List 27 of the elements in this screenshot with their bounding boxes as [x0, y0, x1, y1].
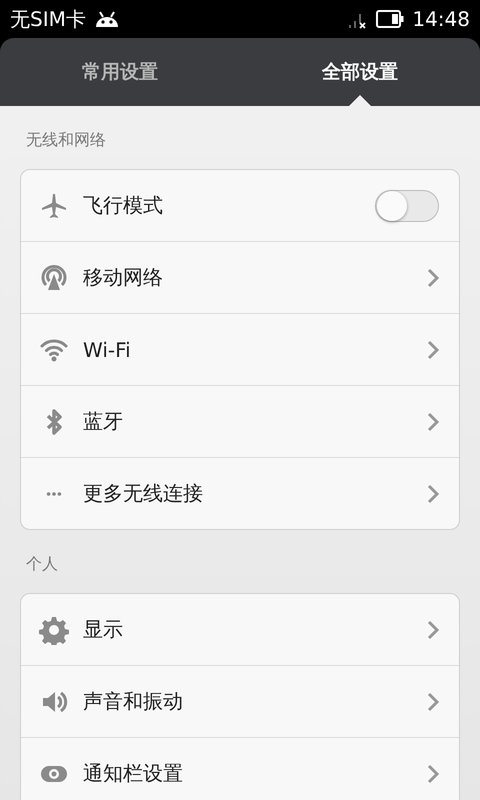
tab[interactable]: 常用设置 — [0, 38, 240, 106]
toggle-switch[interactable] — [375, 190, 439, 222]
settings-row[interactable]: 移动网络 — [21, 241, 459, 313]
battery-icon — [376, 10, 404, 28]
chevron-icon — [427, 340, 439, 360]
section-header: 个人 — [25, 553, 59, 575]
settings-row[interactable]: 通知栏设置 — [21, 737, 459, 800]
settings-row[interactable]: 声音和振动 — [21, 665, 459, 737]
tab[interactable]: 全部设置 — [240, 38, 480, 106]
chevron-icon — [427, 692, 439, 712]
chevron-icon — [427, 484, 439, 504]
settings-row[interactable]: 显示 — [21, 594, 459, 665]
gear-icon — [39, 614, 69, 644]
selected-tab-indicator — [349, 95, 371, 106]
settings-row[interactable]: 蓝牙 — [21, 385, 459, 457]
settings-row[interactable]: 更多无线连接 — [21, 457, 459, 529]
chevron-icon — [427, 268, 439, 288]
settings-row[interactable]: Wi-Fi — [21, 313, 459, 385]
chevron-icon — [427, 764, 439, 784]
antenna-icon — [39, 262, 69, 292]
settings-row[interactable]: 飞行模式 — [21, 170, 459, 241]
clock: 14:48 — [412, 7, 470, 31]
section-header: 无线和网络 — [25, 129, 107, 151]
chevron-icon — [427, 620, 439, 640]
android-icon — [94, 10, 120, 28]
carrier-label: 无SIM卡 — [10, 6, 86, 32]
chevron-icon — [427, 412, 439, 432]
